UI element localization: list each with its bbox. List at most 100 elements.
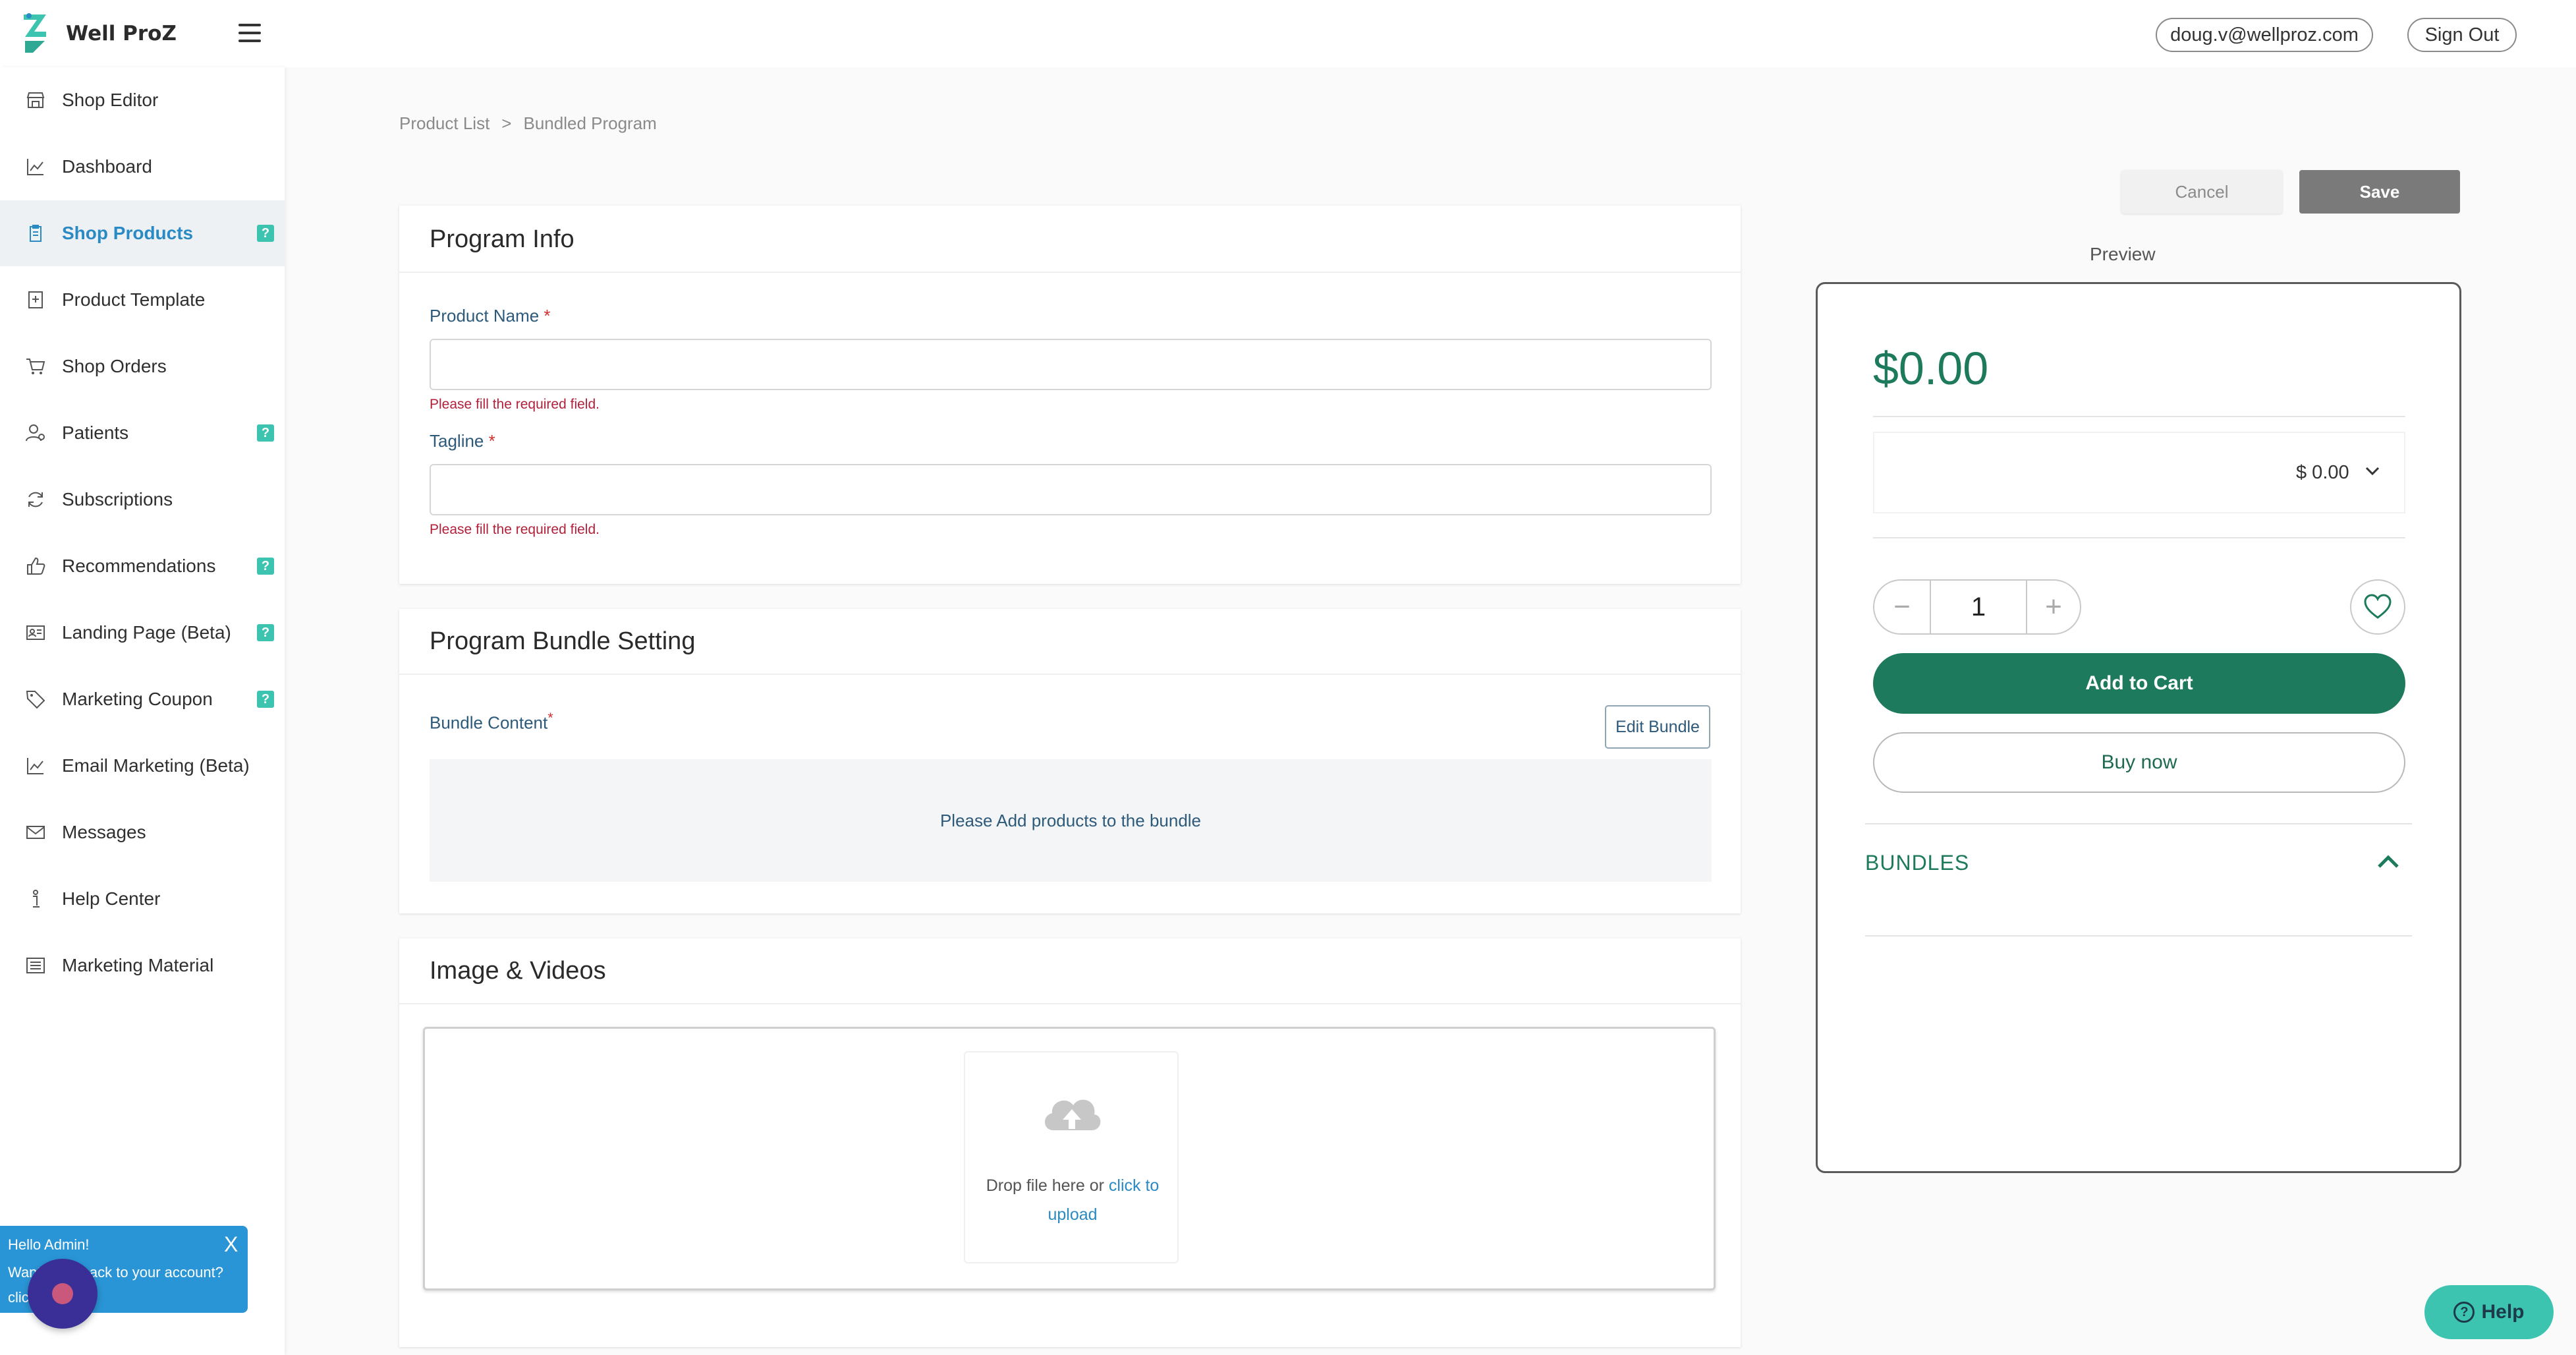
sidebar-item-label: Patients [62,422,129,443]
menu-toggle-icon[interactable] [238,24,261,42]
preview-divider [1873,416,2405,417]
help-badge-icon[interactable]: ? [257,691,274,708]
buy-now-button[interactable]: Buy now [1873,732,2405,793]
chart-line-icon [27,159,43,175]
question-circle-icon: ? [2453,1302,2475,1323]
bundle-setting-title: Program Bundle Setting [430,627,696,655]
upload-instructions: Drop file here or click to upload [986,1176,1160,1224]
sidebar-item-label: Shop Products [62,223,194,243]
list-icon [26,958,45,973]
sidebar-item-email-marketing[interactable]: Email Marketing (Beta) [0,733,285,799]
decrease-quantity-button[interactable]: − [1874,581,1930,633]
storefront-icon [26,92,45,108]
brand-name: Well ProZ [66,22,177,45]
preview-divider [1873,537,2405,538]
card-divider [399,674,1741,675]
tag-icon [26,691,45,709]
product-preview: $0.00 $ 0.00 − 1 + Add to Cart Buy now B… [1816,282,2461,1173]
edit-bundle-button[interactable]: Edit Bundle [1605,705,1710,749]
sidebar-item-help-center[interactable]: Help Center [0,866,285,932]
increase-quantity-button[interactable]: + [2026,581,2081,633]
info-icon [33,890,40,908]
sidebar-item-label: Email Marketing (Beta) [62,755,250,776]
users-icon [26,424,45,442]
sidebar-item-dashboard[interactable]: Dashboard [0,134,285,200]
top-bar: Well ProZ doug.v@wellproz.com Sign Out [0,0,2576,67]
tagline-label: Tagline * [430,431,495,451]
sidebar-item-label: Marketing Material [62,955,214,975]
sign-out-button[interactable]: Sign Out [2407,18,2517,52]
bundle-content-label: Bundle Content* [430,709,553,733]
breadcrumb-separator: > [501,113,512,133]
cancel-button[interactable]: Cancel [2121,170,2282,214]
tagline-error: Please fill the required field. [430,522,600,537]
sidebar-item-label: Shop Editor [62,90,159,110]
media-card: Image & Videos Drop file here or click t… [399,938,1741,1347]
sidebar: Shop Editor Dashboard Shop Products ? Pr… [0,67,285,1355]
sidebar-item-label: Subscriptions [62,489,173,509]
upload-dropzone[interactable]: Drop file here or click to upload [423,1027,1716,1290]
quantity-stepper: − 1 + [1873,579,2081,635]
help-badge-icon[interactable]: ? [257,558,274,575]
sidebar-item-label: Marketing Coupon [62,689,213,709]
preview-label: Preview [2090,244,2156,264]
sidebar-item-shop-editor[interactable]: Shop Editor [0,67,285,133]
sidebar-item-messages[interactable]: Messages [0,799,285,865]
add-to-cart-button[interactable]: Add to Cart [1873,653,2405,714]
sidebar-item-label: Help Center [62,888,161,909]
sidebar-item-recommendations[interactable]: Recommendations ? [0,533,285,599]
chat-status-icon [52,1283,73,1304]
sidebar-item-label: Landing Page (Beta) [62,622,231,643]
product-name-label: Product Name * [430,306,551,326]
id-card-icon [26,625,45,640]
cart-icon [26,359,45,374]
chat-launcher-button[interactable] [28,1259,98,1329]
bundles-section-header[interactable]: BUNDLES [1865,851,1969,875]
clipboard-icon [30,225,42,242]
sidebar-item-patients[interactable]: Patients ? [0,400,285,466]
bundle-setting-card: Program Bundle Setting Bundle Content* E… [399,609,1741,913]
brand[interactable]: Well ProZ [20,12,177,55]
sidebar-item-label: Product Template [62,289,206,310]
upload-box[interactable]: Drop file here or click to upload [964,1051,1179,1263]
card-divider [399,1003,1741,1004]
card-divider [399,272,1741,273]
popup-close-button[interactable]: X [224,1232,238,1257]
thumbs-up-icon [27,557,45,575]
product-name-input[interactable] [430,339,1712,390]
help-badge-icon[interactable]: ? [257,225,274,242]
sidebar-item-marketing-material[interactable]: Marketing Material [0,933,285,998]
chevron-up-icon[interactable] [2375,851,2401,871]
program-info-card: Program Info Product Name * Please fill … [399,206,1741,584]
sidebar-item-shop-orders[interactable]: Shop Orders [0,333,285,399]
sidebar-item-marketing-coupon[interactable]: Marketing Coupon ? [0,666,285,732]
sidebar-item-label: Shop Orders [62,356,167,376]
favorite-button[interactable] [2350,579,2405,635]
help-badge-icon[interactable]: ? [257,424,274,442]
preview-price: $0.00 [1873,343,1989,394]
product-name-error: Please fill the required field. [430,397,600,412]
help-badge-icon[interactable]: ? [257,624,274,641]
program-info-title: Program Info [430,225,574,253]
save-button[interactable]: Save [2299,170,2460,214]
heart-icon [2364,594,2392,619]
sidebar-item-subscriptions[interactable]: Subscriptions [0,467,285,533]
sidebar-item-label: Dashboard [62,156,152,177]
cloud-upload-icon [1044,1099,1101,1130]
preview-option-select[interactable]: $ 0.00 [1873,432,2405,513]
sidebar-item-label: Messages [62,822,146,842]
tagline-input[interactable] [430,464,1712,515]
well-proz-logo-icon [24,13,46,53]
quantity-value[interactable]: 1 [1930,579,2027,635]
sidebar-item-product-template[interactable]: Product Template [0,267,285,333]
sidebar-item-landing-page[interactable]: Landing Page (Beta) ? [0,600,285,666]
account-email-button[interactable]: doug.v@wellproz.com [2156,18,2373,52]
breadcrumb-product-list-link[interactable]: Product List [399,113,490,134]
template-add-icon [28,291,43,308]
popup-greeting: Hello Admin! [8,1236,90,1253]
help-button[interactable]: ? Help [2424,1285,2554,1339]
sidebar-item-shop-products[interactable]: Shop Products ? [0,200,285,266]
preview-divider [1865,935,2412,937]
sidebar-item-label: Recommendations [62,556,216,576]
option-price: $ 0.00 [2296,462,2349,483]
